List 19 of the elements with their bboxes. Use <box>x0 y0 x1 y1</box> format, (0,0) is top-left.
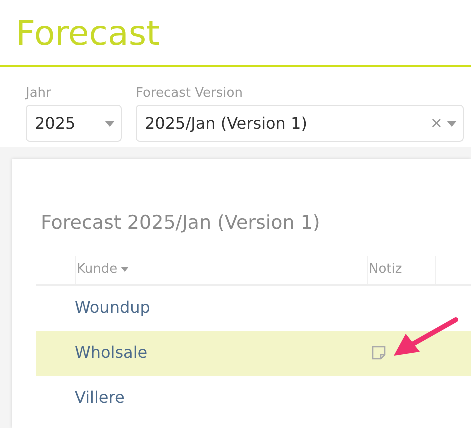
column-header[interactable]: Notiz <box>369 260 402 280</box>
table-row[interactable]: Villere <box>36 376 471 420</box>
field-label: Jahr <box>26 87 52 100</box>
caret-icon <box>447 120 457 126</box>
column-header[interactable]: Kunde <box>77 260 129 280</box>
field-label: Forecast Version <box>136 87 244 100</box>
customer-link[interactable]: Woundup <box>75 298 150 317</box>
customer-link[interactable]: Villere <box>75 388 125 407</box>
select-field[interactable]: 2025/Jan (Version 1) × <box>136 105 464 142</box>
page-title: Forecast <box>16 17 160 51</box>
table-row[interactable]: Woundup <box>36 286 471 330</box>
caret-icon <box>105 120 115 126</box>
sort-icon[interactable] <box>120 267 129 272</box>
table-title: Forecast 2025/Jan (Version 1) <box>40 211 322 236</box>
clear-button[interactable]: × <box>430 112 443 135</box>
select-field[interactable]: 2025 <box>26 105 122 142</box>
note-icon[interactable] <box>371 345 387 361</box>
table-row[interactable]: Wholsale <box>36 330 471 376</box>
customer-link[interactable]: Wholsale <box>75 343 148 362</box>
